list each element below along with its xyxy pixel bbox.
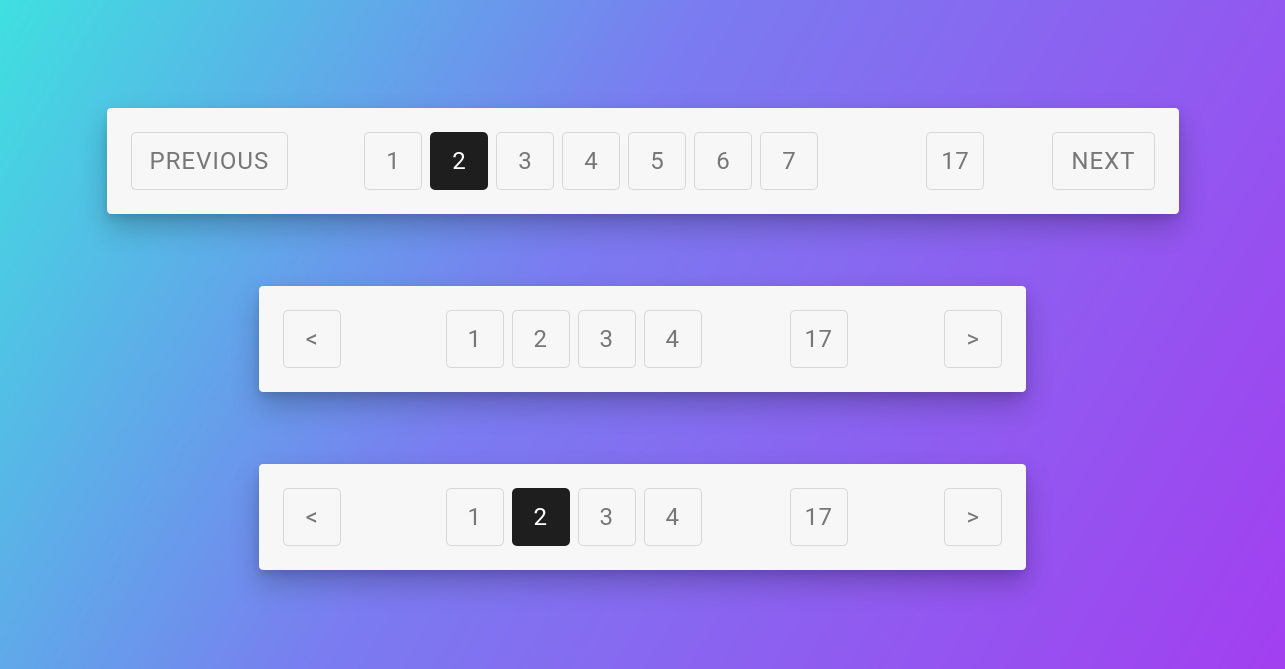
page-last[interactable]: 17 bbox=[790, 310, 848, 368]
pagination-1: PREVIOUS 1 2 3 4 5 6 7 17 NEXT bbox=[107, 108, 1179, 214]
page-3[interactable]: 3 bbox=[578, 310, 636, 368]
next-button[interactable]: > bbox=[944, 310, 1002, 368]
previous-button[interactable]: < bbox=[283, 310, 341, 368]
pagination-3: < 1 2 3 4 17 > bbox=[259, 464, 1026, 570]
page-2[interactable]: 2 bbox=[512, 488, 570, 546]
page-7[interactable]: 7 bbox=[760, 132, 818, 190]
previous-button[interactable]: < bbox=[283, 488, 341, 546]
previous-button[interactable]: PREVIOUS bbox=[131, 132, 289, 190]
page-cluster: 1 2 3 4 17 bbox=[446, 488, 848, 546]
page-4[interactable]: 4 bbox=[644, 488, 702, 546]
page-4[interactable]: 4 bbox=[562, 132, 620, 190]
page-6[interactable]: 6 bbox=[694, 132, 752, 190]
page-2[interactable]: 2 bbox=[430, 132, 488, 190]
page-3[interactable]: 3 bbox=[496, 132, 554, 190]
page-1[interactable]: 1 bbox=[446, 488, 504, 546]
page-cluster: 1 2 3 4 5 6 7 17 bbox=[364, 132, 984, 190]
page-last[interactable]: 17 bbox=[926, 132, 984, 190]
page-5[interactable]: 5 bbox=[628, 132, 686, 190]
page-3[interactable]: 3 bbox=[578, 488, 636, 546]
page-4[interactable]: 4 bbox=[644, 310, 702, 368]
page-1[interactable]: 1 bbox=[364, 132, 422, 190]
page-cluster: 1 2 3 4 17 bbox=[446, 310, 848, 368]
next-button[interactable]: > bbox=[944, 488, 1002, 546]
page-1[interactable]: 1 bbox=[446, 310, 504, 368]
page-2[interactable]: 2 bbox=[512, 310, 570, 368]
page-last[interactable]: 17 bbox=[790, 488, 848, 546]
next-button[interactable]: NEXT bbox=[1052, 132, 1154, 190]
pagination-2: < 1 2 3 4 17 > bbox=[259, 286, 1026, 392]
